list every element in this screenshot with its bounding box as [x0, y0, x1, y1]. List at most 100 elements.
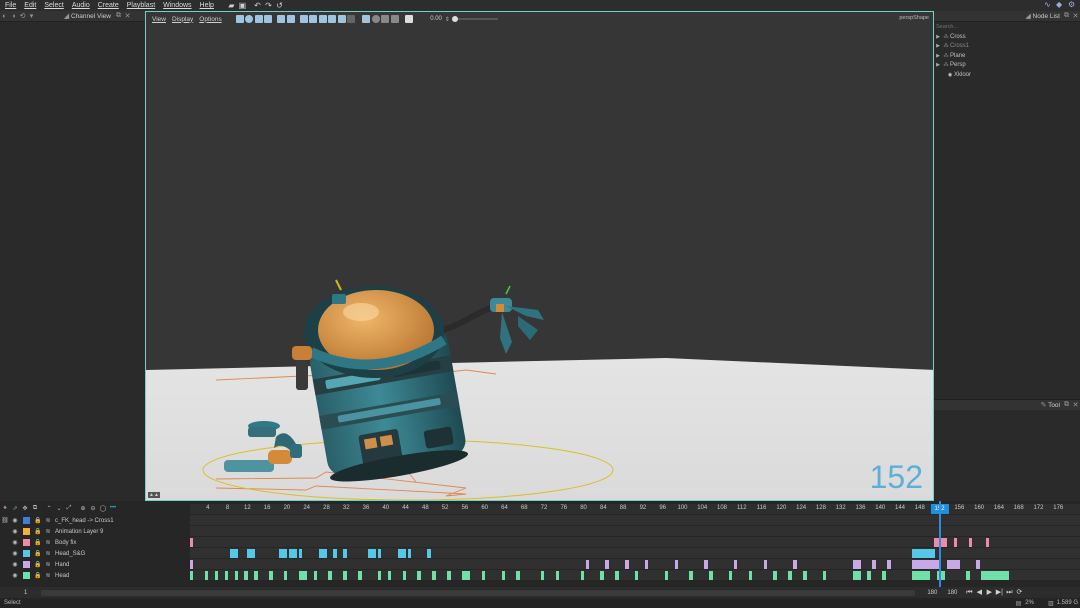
- layer-color-swatch[interactable]: [23, 561, 30, 568]
- layer-track[interactable]: [190, 548, 1080, 559]
- keyframe-block[interactable]: [447, 571, 451, 580]
- keyframe-block[interactable]: [343, 549, 347, 558]
- tag-icon[interactable]: ◆: [1056, 1, 1064, 9]
- menu-file[interactable]: File: [5, 2, 16, 9]
- expand-arrow-icon[interactable]: ▶: [934, 43, 942, 49]
- expand-arrow-icon[interactable]: ▶: [934, 34, 942, 40]
- layer-color-swatch[interactable]: [23, 550, 30, 557]
- keyframe-block[interactable]: [689, 571, 693, 580]
- keyframe-block[interactable]: [615, 571, 619, 580]
- viewport-menu-options[interactable]: Options: [199, 16, 221, 23]
- keyframe-block[interactable]: [377, 571, 382, 580]
- keyframe-block[interactable]: [822, 571, 827, 580]
- layer-color-swatch[interactable]: [23, 572, 30, 579]
- keyframe-block[interactable]: [397, 549, 407, 558]
- layer-color-swatch[interactable]: [23, 539, 30, 546]
- keyframe-block[interactable]: [387, 571, 392, 580]
- close-panel-icon[interactable]: ✕: [1071, 401, 1080, 410]
- expand-arrow-icon[interactable]: ▶: [934, 62, 942, 68]
- magnet-icon[interactable]: [318, 15, 327, 23]
- keyframe-block[interactable]: [580, 571, 585, 580]
- history-icon[interactable]: ↺: [275, 1, 284, 10]
- wrench-icon[interactable]: [309, 15, 318, 23]
- layer-tracks[interactable]: [190, 515, 1080, 585]
- keyframe-block[interactable]: [333, 549, 337, 558]
- go-to-start-icon[interactable]: ⏮: [965, 589, 973, 597]
- keyframe-block[interactable]: [328, 571, 332, 580]
- keyframe-block[interactable]: [214, 571, 219, 580]
- close-panel-icon[interactable]: ✕: [123, 12, 132, 21]
- close-panel-icon[interactable]: ✕: [1071, 12, 1080, 21]
- keyframe-block[interactable]: [986, 538, 990, 547]
- select-tool-icon[interactable]: ⇗: [10, 504, 20, 512]
- keyframe-block[interactable]: [887, 560, 891, 569]
- keyframe-block[interactable]: [244, 571, 248, 580]
- keyframe-block[interactable]: [224, 571, 229, 580]
- add-layer-icon[interactable]: ⊕: [78, 504, 88, 512]
- keyframe-block[interactable]: [283, 571, 288, 580]
- lock-icon[interactable]: 🔒: [33, 561, 43, 569]
- keyframe-block[interactable]: [946, 560, 960, 569]
- layer-track[interactable]: [190, 526, 1080, 537]
- auto-key-icon[interactable]: ⚹: [0, 504, 10, 512]
- go-to-end-icon[interactable]: ⏭: [1005, 589, 1013, 597]
- grid-mode-icon[interactable]: [254, 15, 263, 23]
- keyframe-block[interactable]: [427, 549, 431, 558]
- undo-icon[interactable]: ↶: [253, 1, 262, 10]
- link-icon[interactable]: ⛓: [0, 517, 10, 525]
- open-folder-icon[interactable]: ▰: [227, 1, 236, 10]
- remove-layer-icon[interactable]: ⊖: [88, 504, 98, 512]
- keyframe-block[interactable]: [763, 560, 767, 569]
- shaded-mode-icon[interactable]: [235, 15, 244, 23]
- layer-row[interactable]: ◉ 🔒 ≋ Body fix: [0, 537, 188, 548]
- keyframe-block[interactable]: [358, 571, 362, 580]
- keyframe-block[interactable]: [911, 549, 936, 558]
- filter-icon[interactable]: ▾: [27, 12, 36, 21]
- node-search-input[interactable]: [936, 23, 1078, 31]
- keyframe-block[interactable]: [882, 571, 886, 580]
- lock-icon[interactable]: 🔒: [33, 539, 43, 547]
- swap-icon[interactable]: [390, 15, 399, 23]
- keyframe-block[interactable]: [773, 571, 777, 580]
- keyframe-block[interactable]: [803, 571, 807, 580]
- more-options-icon[interactable]: •••: [108, 504, 118, 512]
- redo-icon[interactable]: ↷: [264, 1, 273, 10]
- keyframe-block[interactable]: [911, 560, 941, 569]
- viewport-menu-display[interactable]: Display: [172, 16, 193, 23]
- menu-audio[interactable]: Audio: [72, 2, 90, 9]
- prev-key-icon[interactable]: ◀: [975, 589, 983, 597]
- hammer-icon[interactable]: [299, 15, 308, 23]
- chart-icon[interactable]: [381, 15, 390, 23]
- playhead[interactable]: [938, 501, 941, 587]
- link-icon[interactable]: [0, 561, 10, 569]
- layer-track[interactable]: [190, 537, 1080, 548]
- keyframe-block[interactable]: [298, 571, 308, 580]
- frame-ruler[interactable]: 4 8 12 16 20 24 28 32 36 40 44 48 52 56 60 64 68 72 76 80 84…: [190, 504, 1080, 514]
- range-slider[interactable]: [41, 589, 916, 596]
- keyframe-block[interactable]: [966, 571, 970, 580]
- keyframe-block[interactable]: [600, 571, 604, 580]
- settings-icon[interactable]: ⚙: [1068, 1, 1076, 9]
- curve-icon[interactable]: [337, 15, 346, 23]
- keyframe-block[interactable]: [288, 549, 298, 558]
- keyframe-block[interactable]: [190, 538, 194, 547]
- keyframe-block[interactable]: [852, 571, 861, 580]
- keyframe-block[interactable]: [728, 571, 733, 580]
- 3d-viewport[interactable]: View Display Options 0.00 ⇕ perspShape 1…: [145, 11, 934, 501]
- menu-edit[interactable]: Edit: [24, 2, 36, 9]
- play-icon[interactable]: ▶: [985, 589, 993, 597]
- tree-item-plane[interactable]: ▶ ⁂ Plane: [934, 51, 1080, 61]
- keyframe-block[interactable]: [190, 571, 194, 580]
- link-icon[interactable]: [0, 550, 10, 558]
- refresh-icon[interactable]: ⟲: [18, 12, 27, 21]
- keyframe-block[interactable]: [852, 560, 861, 569]
- layer-row[interactable]: ◉ 🔒 ≋ Animation Layer 9: [0, 526, 188, 537]
- wireframe-icon[interactable]: [264, 15, 273, 23]
- keyframe-block[interactable]: [733, 560, 738, 569]
- keyframe-block[interactable]: [432, 571, 436, 580]
- keyframe-block[interactable]: [246, 549, 256, 558]
- layer-row[interactable]: ◉ 🔒 ≋ Head_S&G: [0, 548, 188, 559]
- keyframe-block[interactable]: [911, 571, 931, 580]
- viewport-corner-icon[interactable]: ▲▲: [148, 492, 160, 498]
- expand-arrow-icon[interactable]: ▶: [934, 53, 942, 59]
